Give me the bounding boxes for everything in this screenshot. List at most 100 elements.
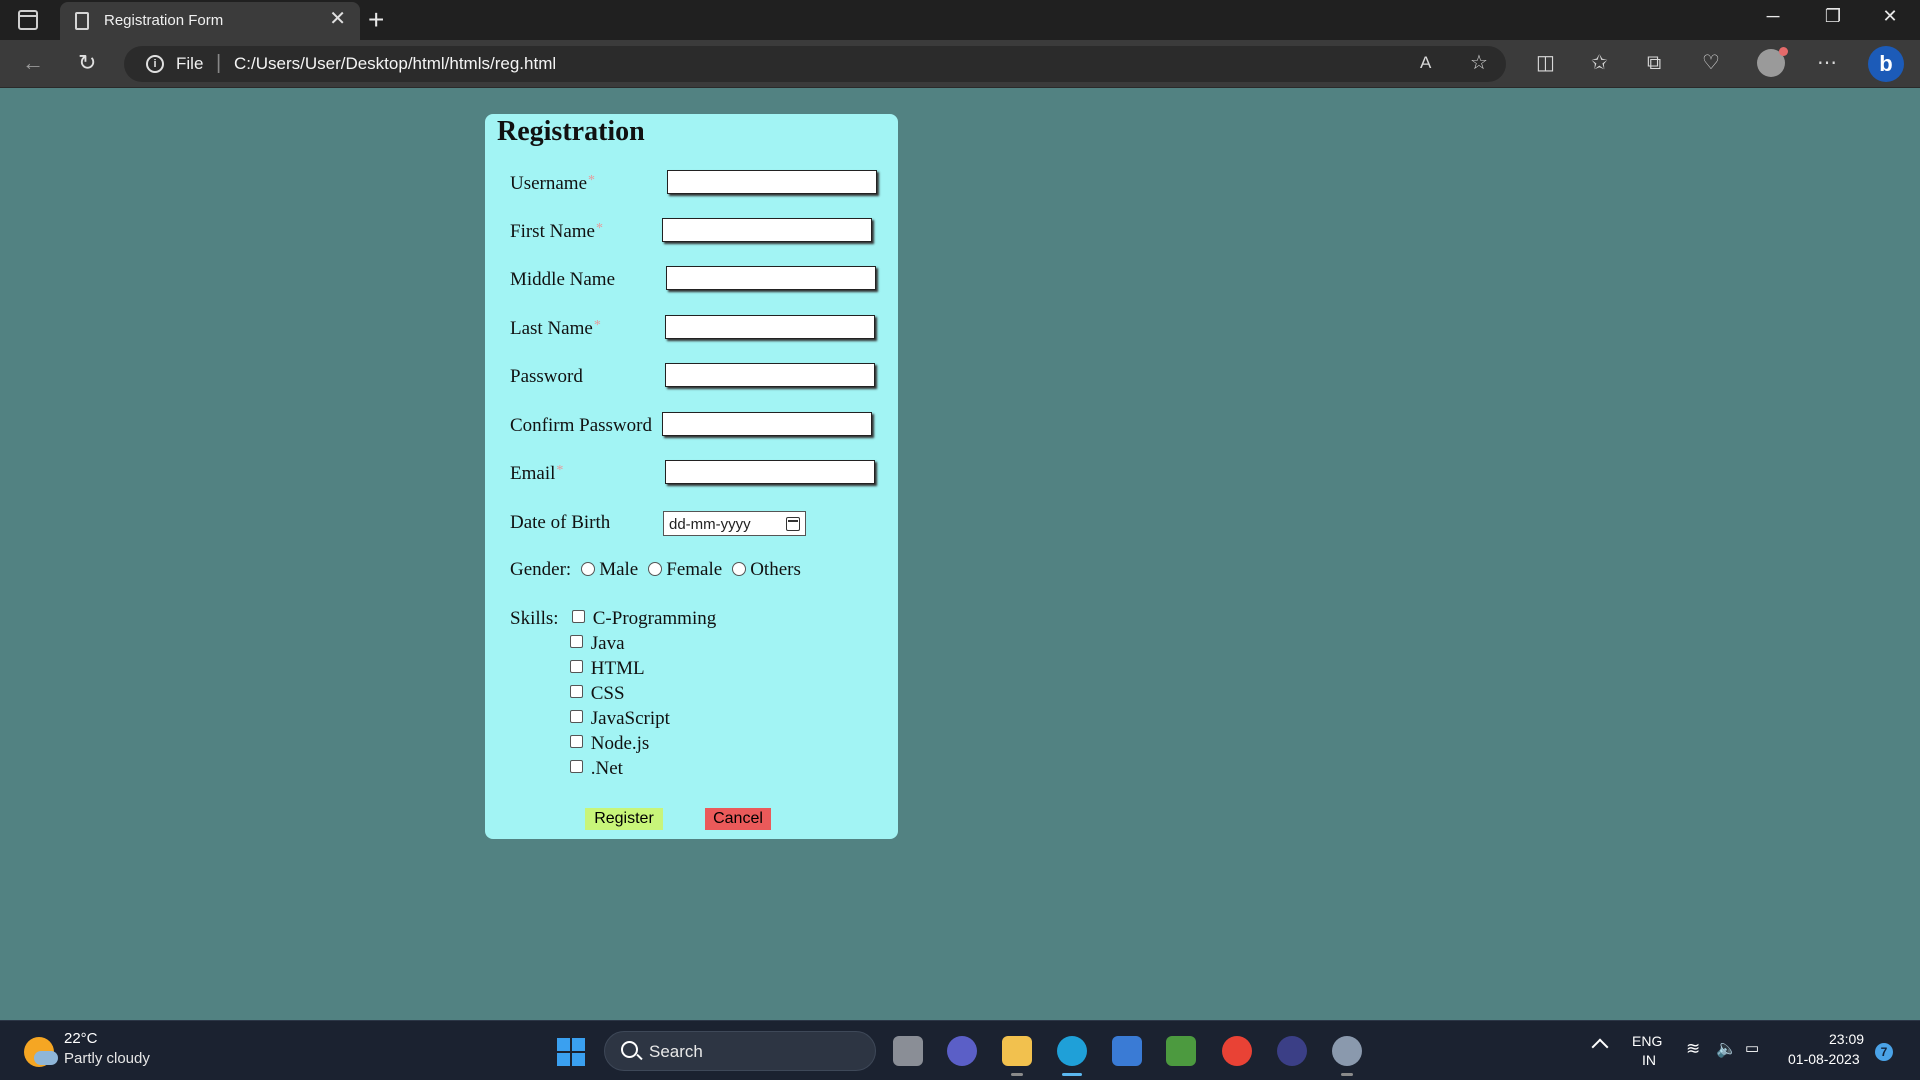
clock-date[interactable]: 01-08-2023 <box>1788 1051 1860 1067</box>
skill-item: .Net <box>570 758 623 780</box>
skill-item: JavaScript <box>570 708 670 730</box>
registration-form: Registration Username* First Name* Middl… <box>485 114 898 839</box>
form-title: Registration <box>497 116 645 147</box>
task-view-icon[interactable] <box>893 1036 923 1066</box>
notification-badge[interactable]: 7 <box>1875 1043 1893 1061</box>
gender-female-radio[interactable] <box>648 562 663 576</box>
wifi-icon[interactable]: ≋ <box>1686 1039 1700 1059</box>
browser-essentials-icon[interactable]: ♡ <box>1702 51 1720 75</box>
edge-active-indicator <box>1062 1073 1082 1076</box>
restore-button[interactable]: ❐ <box>1810 6 1856 27</box>
split-screen-icon[interactable]: ◫ <box>1536 51 1555 75</box>
confirm-password-label: Confirm Password <box>510 415 652 436</box>
last-name-input[interactable] <box>665 315 875 339</box>
read-aloud-icon[interactable]: A <box>1420 51 1431 75</box>
skill-java-checkbox[interactable] <box>570 635 583 648</box>
confirm-password-input[interactable] <box>662 412 872 436</box>
middle-name-input[interactable] <box>666 266 876 290</box>
info-icon[interactable]: i <box>146 55 164 73</box>
show-hidden-icons-icon[interactable] <box>1591 1038 1609 1056</box>
skill-c-checkbox[interactable] <box>572 610 585 623</box>
more-icon[interactable]: ⋯ <box>1817 51 1837 75</box>
minimize-button[interactable]: ─ <box>1750 6 1796 27</box>
skill-javascript-label: JavaScript <box>590 708 670 729</box>
search-label: Search <box>649 1042 703 1061</box>
weather-temperature[interactable]: 22°C <box>64 1030 98 1047</box>
cancel-button[interactable]: Cancel <box>705 808 771 830</box>
skill-html-checkbox[interactable] <box>570 660 583 673</box>
browser-tab-bar: Registration Form ✕ + ─ ❐ ✕ <box>0 0 1920 40</box>
volume-icon[interactable]: 🔈 <box>1716 1039 1737 1059</box>
skill-css-checkbox[interactable] <box>570 685 583 698</box>
browser-tab[interactable]: Registration Form ✕ <box>60 2 360 40</box>
store-icon[interactable] <box>1112 1036 1142 1066</box>
teams-icon[interactable] <box>947 1036 977 1066</box>
skill-item: Java <box>570 633 625 655</box>
refresh-icon[interactable]: ↻ <box>78 50 96 76</box>
back-arrow-icon[interactable]: ← <box>22 50 44 76</box>
password-input[interactable] <box>665 363 875 387</box>
taskbar-search[interactable]: Search <box>604 1031 876 1071</box>
settings-icon[interactable] <box>1332 1036 1362 1066</box>
address-separator: | <box>216 52 222 74</box>
skill-item: HTML <box>570 658 645 680</box>
gender-female-label: Female <box>666 559 723 580</box>
username-input[interactable] <box>667 170 877 194</box>
windows-start-icon[interactable] <box>557 1038 585 1066</box>
collections-icon[interactable]: ⧉ <box>1647 51 1661 75</box>
middle-name-label: Middle Name <box>510 269 616 290</box>
last-name-row: Last Name* <box>510 315 890 345</box>
address-bar[interactable]: i File | C:/Users/User/Desktop/html/html… <box>124 46 1506 82</box>
gender-others-radio[interactable] <box>732 562 747 576</box>
password-row: Password <box>510 363 890 393</box>
close-window-button[interactable]: ✕ <box>1867 6 1913 27</box>
weather-condition[interactable]: Partly cloudy <box>64 1050 150 1067</box>
skill-dotnet-checkbox[interactable] <box>570 760 583 773</box>
gender-male-radio[interactable] <box>581 562 596 576</box>
first-name-label: First Name* <box>510 221 603 242</box>
first-name-input[interactable] <box>662 218 872 242</box>
eclipse-icon[interactable] <box>1277 1036 1307 1066</box>
tab-close-icon[interactable]: ✕ <box>329 9 346 29</box>
email-input[interactable] <box>665 460 875 484</box>
favorites-icon[interactable]: ✩ <box>1591 51 1608 75</box>
edge-icon[interactable] <box>1057 1036 1087 1066</box>
file-explorer-icon[interactable] <box>1002 1036 1032 1066</box>
battery-icon[interactable]: ▭ <box>1745 1039 1759 1057</box>
taskbar: 22°C Partly cloudy Search ENG IN ≋ 🔈 ▭ 2… <box>0 1020 1920 1080</box>
username-row: Username* <box>510 170 890 200</box>
clock-time[interactable]: 23:09 <box>1829 1031 1864 1047</box>
username-label: Username* <box>510 173 596 194</box>
skill-nodejs-checkbox[interactable] <box>570 735 583 748</box>
weather-icon[interactable] <box>24 1037 58 1067</box>
address-toolbar: ← ↻ i File | C:/Users/User/Desktop/html/… <box>0 40 1920 88</box>
profile-icon[interactable] <box>1757 47 1788 77</box>
gender-label: Gender: <box>510 559 572 580</box>
confirm-password-row: Confirm Password <box>510 412 890 442</box>
chrome-icon[interactable] <box>1222 1036 1252 1066</box>
dob-input[interactable]: dd-mm-yyyy <box>663 511 806 536</box>
email-label: Email* <box>510 463 564 484</box>
search-icon <box>621 1041 638 1058</box>
skill-item: CSS <box>570 683 625 705</box>
register-button[interactable]: Register <box>585 808 663 830</box>
file-explorer-indicator <box>1011 1073 1023 1076</box>
url-text[interactable]: C:/Users/User/Desktop/html/htmls/reg.htm… <box>234 54 556 74</box>
dob-placeholder: dd-mm-yyyy <box>669 516 751 533</box>
new-tab-button[interactable]: + <box>368 4 384 36</box>
bing-icon[interactable]: b <box>1868 46 1904 82</box>
skill-javascript-checkbox[interactable] <box>570 710 583 723</box>
skill-dotnet-label: .Net <box>590 758 623 779</box>
language-bottom[interactable]: IN <box>1642 1052 1656 1068</box>
page-icon <box>75 12 89 30</box>
gender-male-label: Male <box>599 559 639 580</box>
first-name-row: First Name* <box>510 218 890 248</box>
password-label: Password <box>510 366 583 387</box>
tab-actions-icon[interactable] <box>18 10 38 30</box>
skill-item: C-Programming <box>572 608 716 630</box>
image-app-icon[interactable] <box>1166 1036 1196 1066</box>
language-top[interactable]: ENG <box>1632 1033 1662 1049</box>
calendar-icon[interactable] <box>786 517 800 531</box>
middle-name-row: Middle Name <box>510 266 890 296</box>
favorite-star-icon[interactable]: ☆ <box>1470 51 1488 75</box>
